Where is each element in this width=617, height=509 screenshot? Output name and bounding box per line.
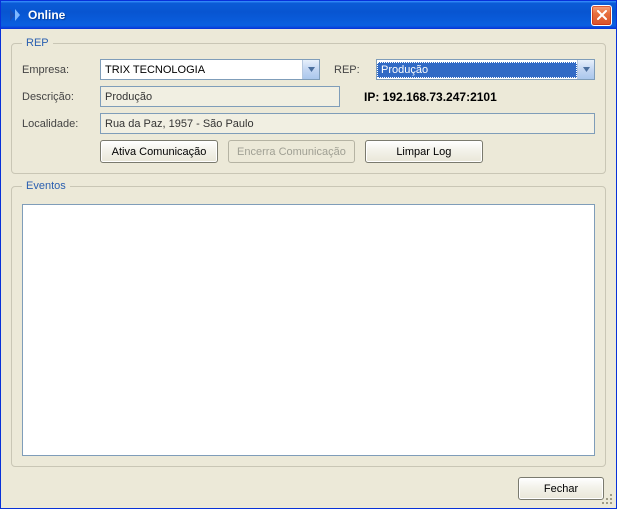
- rep-groupbox: REP Empresa: TRIX TECNOLOGIA REP: Produç…: [11, 37, 606, 174]
- empresa-value: TRIX TECNOLOGIA: [101, 62, 302, 78]
- rep-legend: REP: [22, 37, 53, 49]
- window-frame: Online REP Empresa: TRIX TECNOLOGIA REP:…: [0, 0, 617, 509]
- descricao-field: Produção: [100, 86, 340, 107]
- ativa-comunicacao-button[interactable]: Ativa Comunicação: [100, 140, 218, 163]
- localidade-field: Rua da Paz, 1957 - São Paulo: [100, 113, 595, 134]
- app-icon: [7, 7, 23, 23]
- footer: Fechar: [11, 473, 606, 500]
- encerra-comunicacao-button: Encerra Comunicação: [228, 140, 355, 163]
- rep-combobox[interactable]: Produção: [376, 59, 595, 80]
- window-title: Online: [28, 8, 591, 22]
- ip-address-label: IP: 192.168.73.247:2101: [364, 90, 497, 104]
- close-button[interactable]: [591, 5, 612, 26]
- chevron-down-icon[interactable]: [577, 60, 594, 79]
- empresa-label: Empresa:: [22, 64, 94, 76]
- descricao-label: Descrição:: [22, 91, 94, 103]
- titlebar[interactable]: Online: [1, 1, 616, 29]
- eventos-groupbox: Eventos: [11, 180, 606, 467]
- chevron-down-icon[interactable]: [302, 60, 319, 79]
- eventos-log-area[interactable]: [22, 204, 595, 456]
- resize-grip[interactable]: [600, 492, 614, 506]
- empresa-combobox[interactable]: TRIX TECNOLOGIA: [100, 59, 320, 80]
- localidade-label: Localidade:: [22, 118, 94, 130]
- fechar-button[interactable]: Fechar: [518, 477, 604, 500]
- rep-value: Produção: [377, 62, 577, 78]
- rep-label: REP:: [334, 64, 370, 76]
- client-area: REP Empresa: TRIX TECNOLOGIA REP: Produç…: [1, 29, 616, 508]
- eventos-legend: Eventos: [22, 180, 70, 192]
- limpar-log-button[interactable]: Limpar Log: [365, 140, 483, 163]
